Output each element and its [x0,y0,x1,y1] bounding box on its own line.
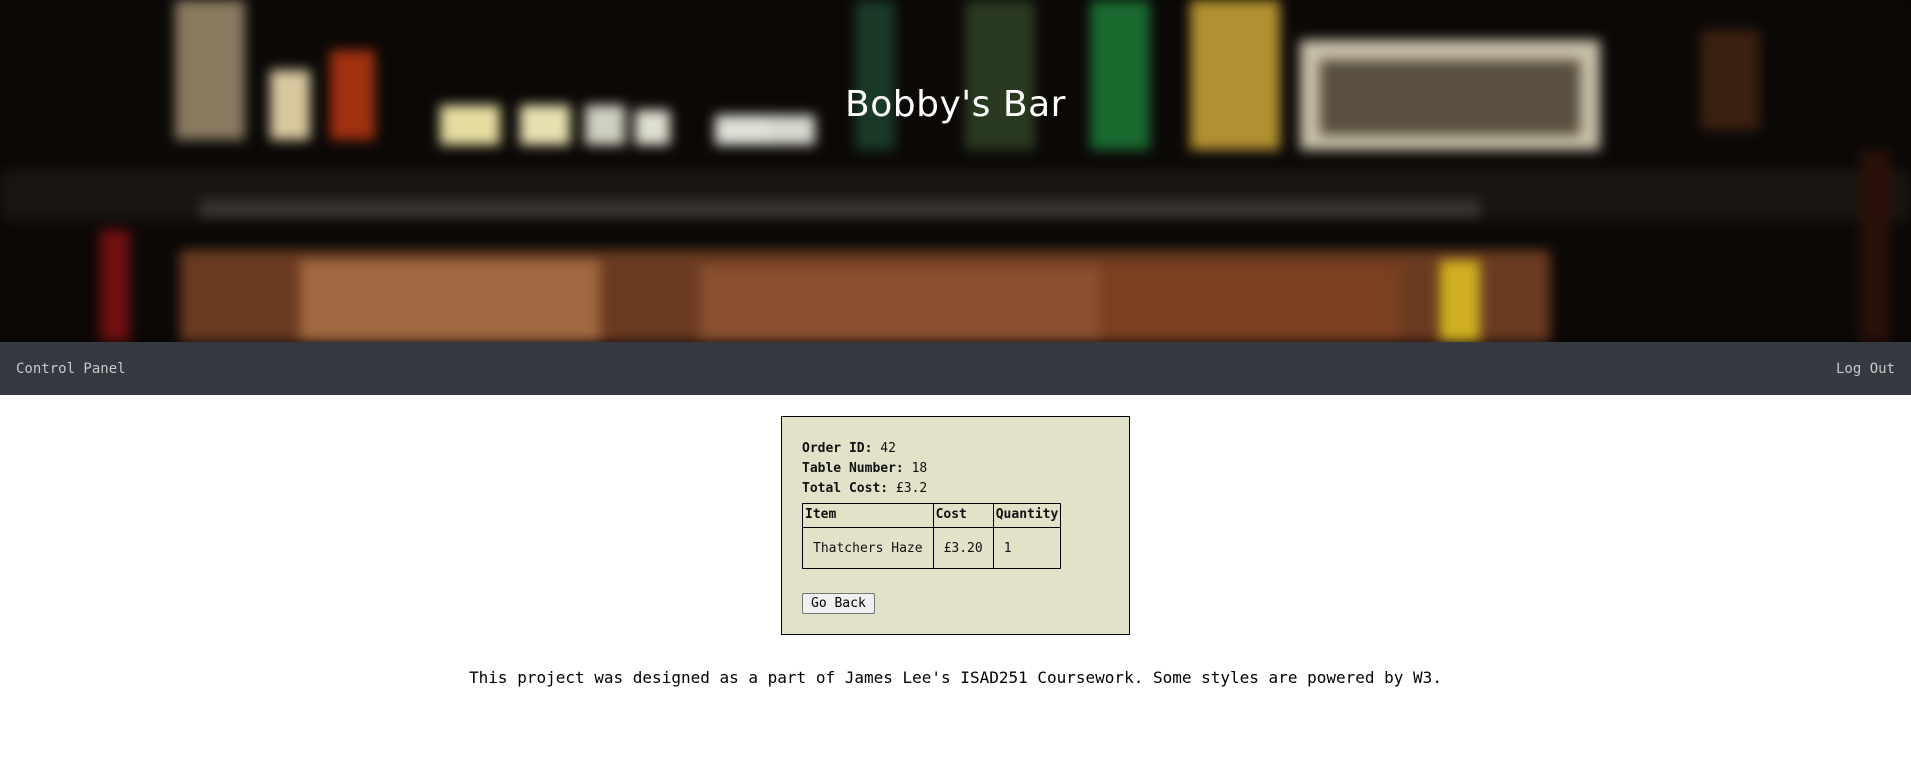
top-navbar: Control Panel Log Out [0,342,1911,395]
total-cost-line: Total Cost: £3.2 [802,479,1109,499]
go-back-button[interactable]: Go Back [802,593,875,614]
site-title: Bobby's Bar [845,84,1066,125]
footer-credit-text: This project was designed as a part of J… [469,668,1442,687]
bar-background-image [0,0,1911,342]
order-items-table: Item Cost Quantity Thatchers Haze £3.20 … [802,503,1062,569]
total-cost-value: £3.2 [895,481,928,496]
column-header-cost: Cost [932,503,994,528]
main-content: Order ID: 42 Table Number: 18 Total Cost… [0,395,1911,687]
order-id-label: Order ID: [802,441,873,456]
total-cost-label: Total Cost: [802,481,889,496]
table-number-line: Table Number: 18 [802,459,1109,479]
control-panel-link[interactable]: Control Panel [16,361,126,377]
column-header-item: Item [802,503,934,528]
order-id-line: Order ID: 42 [802,439,1109,459]
table-number-value: 18 [911,461,928,476]
column-header-quantity: Quantity [992,503,1062,528]
log-out-link[interactable]: Log Out [1836,361,1895,377]
item-quantity-cell: 1 [992,527,1062,569]
order-details-card: Order ID: 42 Table Number: 18 Total Cost… [781,416,1130,635]
table-header-row: Item Cost Quantity [802,503,1062,528]
item-cost-cell: £3.20 [932,527,994,569]
table-row: Thatchers Haze £3.20 1 [802,527,1062,569]
order-id-value: 42 [880,441,896,456]
item-name-cell: Thatchers Haze [802,527,934,569]
table-number-label: Table Number: [802,461,904,476]
header-banner: Bobby's Bar [0,0,1911,342]
